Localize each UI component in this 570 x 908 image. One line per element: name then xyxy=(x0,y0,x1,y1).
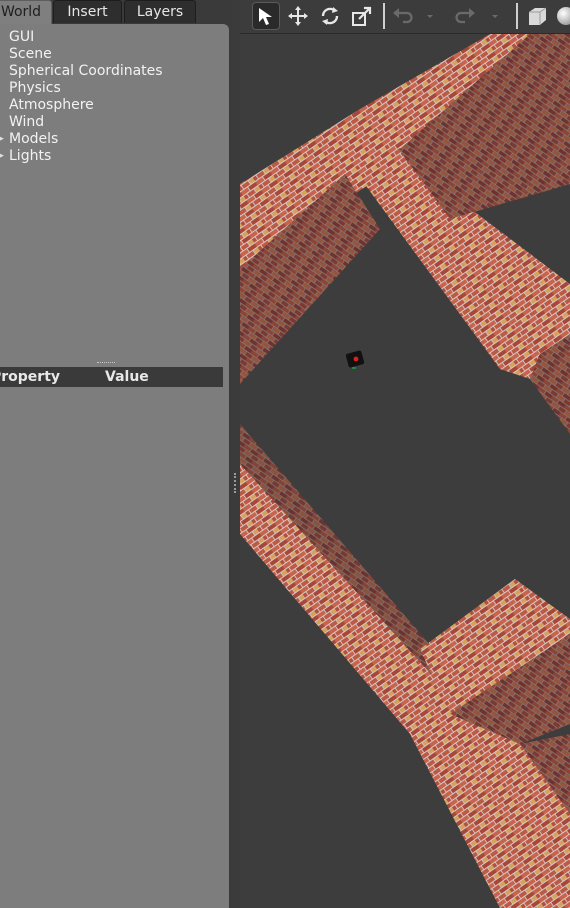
tree-item-label: Wind xyxy=(9,114,45,130)
tree-item-spherical-coordinates[interactable]: Spherical Coordinates xyxy=(0,63,229,80)
vertical-splitter[interactable] xyxy=(232,0,240,908)
tree-item-models[interactable]: ▶ Models xyxy=(0,131,229,148)
tree-item-atmosphere[interactable]: Atmosphere xyxy=(0,97,229,114)
tree-item-label: Physics xyxy=(9,80,61,96)
rotate-mode-button[interactable] xyxy=(316,2,344,30)
select-mode-button[interactable] xyxy=(252,2,280,30)
redo-icon xyxy=(455,8,475,24)
tree-item-lights[interactable]: ▶ Lights xyxy=(0,148,229,165)
tree-item-label: GUI xyxy=(9,29,35,45)
sphere-shape-icon xyxy=(557,7,570,25)
tree-item-label: Spherical Coordinates xyxy=(9,63,163,79)
undo-history-dropdown[interactable] xyxy=(423,2,437,30)
property-column-header[interactable]: Property xyxy=(0,367,60,387)
scale-icon xyxy=(352,6,372,26)
expand-arrow-icon[interactable]: ▶ xyxy=(0,131,4,148)
tree-item-physics[interactable]: Physics xyxy=(0,80,229,97)
undo-button[interactable] xyxy=(388,2,416,30)
world-tree: GUI Scene Spherical Coordinates Physics … xyxy=(0,29,229,165)
tree-item-wind[interactable]: Wind xyxy=(0,114,229,131)
expand-arrow-icon[interactable]: ▶ xyxy=(0,148,4,165)
tab-bar: World Insert Layers xyxy=(0,0,232,25)
toolbar xyxy=(240,0,570,34)
toolbar-separator xyxy=(516,3,518,29)
value-column-header[interactable]: Value xyxy=(105,367,149,387)
tab-world[interactable]: World xyxy=(0,0,52,25)
scene-viewport[interactable] xyxy=(240,34,570,908)
tree-item-label: Lights xyxy=(9,148,52,164)
box-shape-icon xyxy=(529,7,547,25)
rotate-icon xyxy=(321,7,339,25)
maze-walls-render xyxy=(240,34,570,908)
select-arrow-icon xyxy=(259,8,272,25)
panel-splitter-grip[interactable] xyxy=(97,362,115,365)
tree-item-label: Scene xyxy=(9,46,52,62)
redo-dropdown-icon xyxy=(492,15,498,18)
redo-history-dropdown[interactable] xyxy=(488,2,502,30)
world-panel: GUI Scene Spherical Coordinates Physics … xyxy=(0,24,229,908)
redo-button[interactable] xyxy=(452,2,480,30)
tree-item-label: Models xyxy=(9,131,59,147)
tree-item-scene[interactable]: Scene xyxy=(0,46,229,63)
tree-item-gui[interactable]: GUI xyxy=(0,29,229,46)
undo-dropdown-icon xyxy=(427,15,433,18)
splitter-grip-icon xyxy=(234,473,238,493)
property-table-header: Property Value xyxy=(0,367,223,387)
insert-box-button[interactable] xyxy=(523,2,551,30)
tab-insert[interactable]: Insert xyxy=(53,0,122,23)
toolbar-separator xyxy=(383,3,385,29)
scale-mode-button[interactable] xyxy=(348,2,376,30)
left-panel: World Insert Layers GUI Scene Spherical … xyxy=(0,0,232,908)
tree-item-label: Atmosphere xyxy=(9,97,94,113)
translate-mode-button[interactable] xyxy=(284,2,312,30)
translate-icon xyxy=(288,6,308,26)
undo-icon xyxy=(393,8,413,24)
insert-sphere-button[interactable] xyxy=(552,2,570,30)
tab-layers[interactable]: Layers xyxy=(124,0,196,23)
